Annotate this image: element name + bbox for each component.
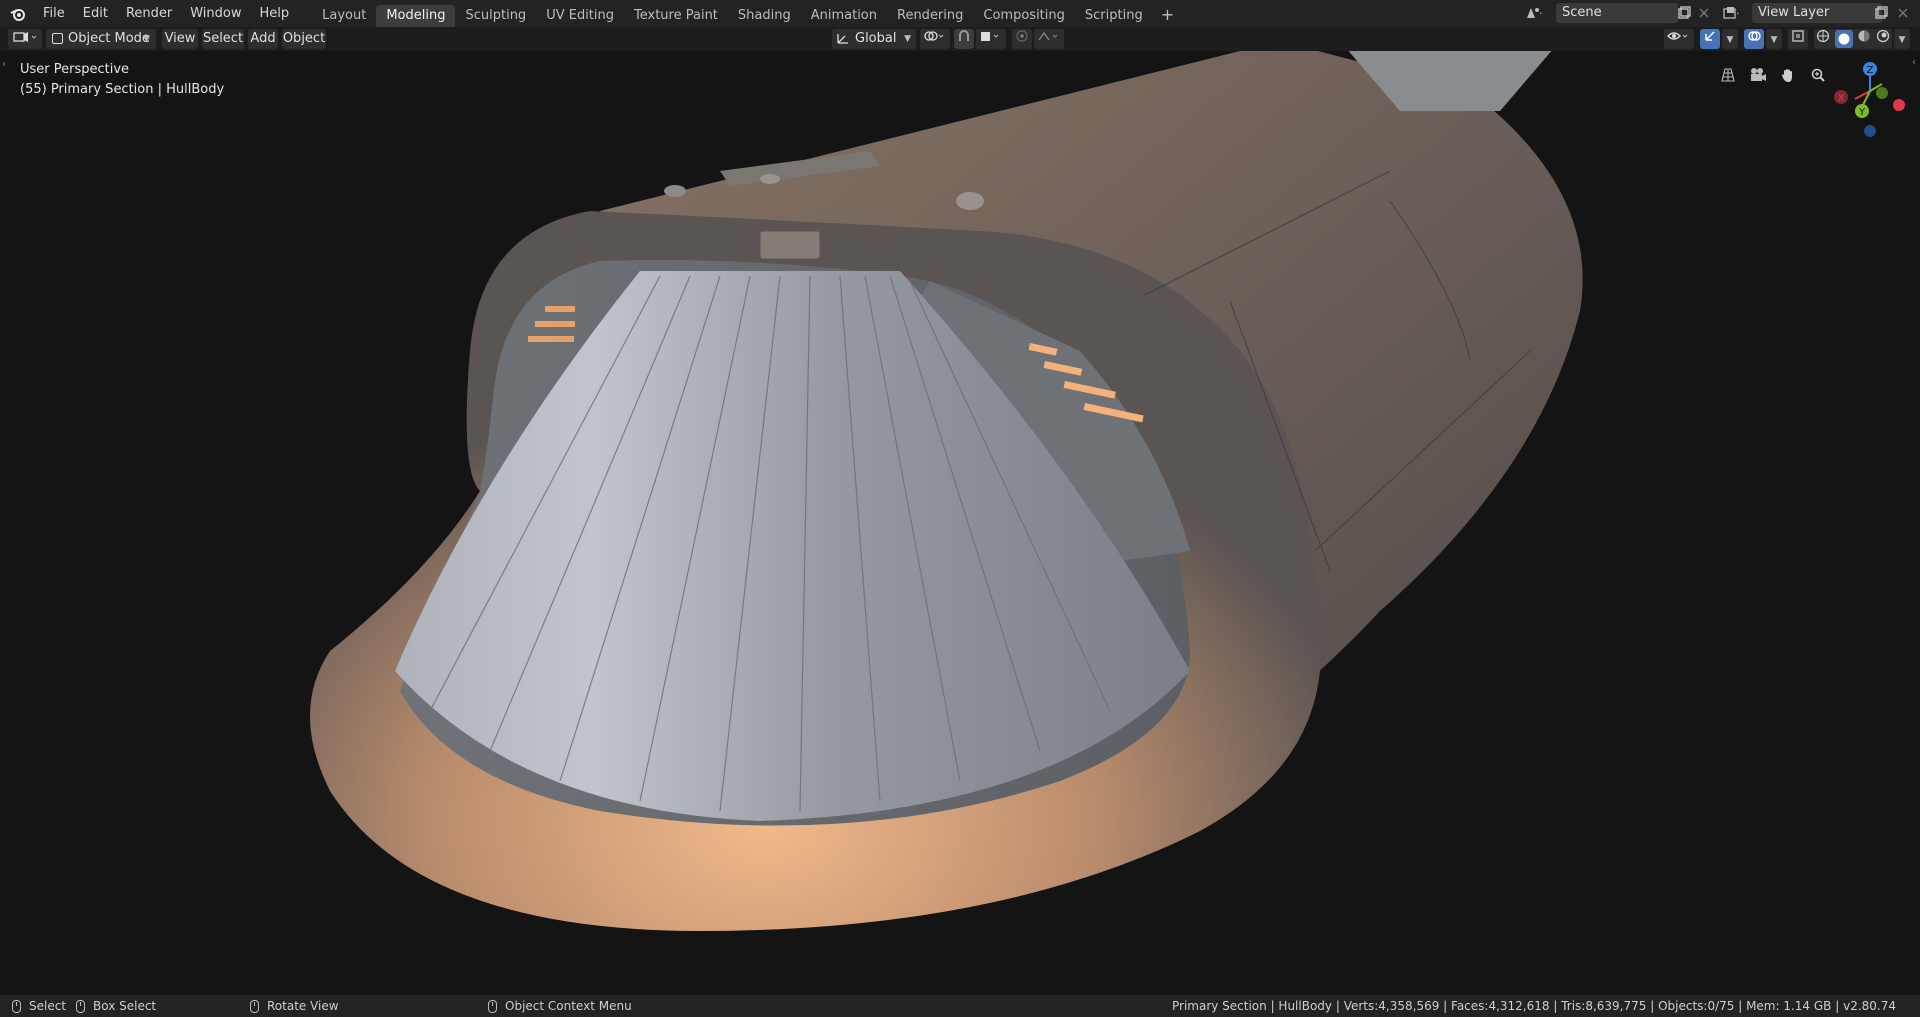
solid-shading-icon[interactable]	[1834, 30, 1853, 48]
tab-sculpting[interactable]: Sculpting	[455, 5, 536, 27]
chevron-down-icon: ▼	[143, 34, 150, 44]
tab-shading[interactable]: Shading	[728, 5, 801, 27]
shading-options-dropdown[interactable]: ▼	[1894, 29, 1910, 49]
tab-texture-paint[interactable]: Texture Paint	[624, 5, 728, 27]
scene-statistics: Primary Section | HullBody | Verts:4,358…	[1171, 999, 1896, 1013]
chevron-down-icon: ▼	[1726, 35, 1734, 45]
object-menu[interactable]: Object	[282, 29, 326, 49]
mouse-middle-icon	[250, 999, 259, 1013]
mode-label: Object Mode	[68, 31, 150, 46]
chevron-down-icon: ▼	[904, 34, 911, 44]
navigation-gizmo[interactable]: Z X Y	[1820, 59, 1920, 149]
menu-file[interactable]: File	[34, 0, 74, 27]
perspective-label: User Perspective	[20, 62, 130, 77]
3d-viewport[interactable]: User Perspective (55) Primary Section | …	[0, 51, 1920, 995]
wireframe-shading-icon[interactable]	[1816, 29, 1830, 50]
transform-orientation-selector[interactable]: Global ▼	[832, 29, 916, 49]
tab-uv-editing[interactable]: UV Editing	[536, 5, 624, 27]
new-scene-icon[interactable]	[1674, 4, 1694, 22]
status-context-label: Object Context Menu	[505, 999, 632, 1013]
view-layer-name-field[interactable]: View Layer	[1752, 3, 1882, 23]
xray-toggle[interactable]	[1788, 29, 1808, 49]
gizmo-x-label: X	[1838, 93, 1845, 104]
mouse-right-icon	[488, 999, 497, 1013]
mode-selector[interactable]: Object Mode ▼	[46, 29, 156, 49]
new-view-layer-icon[interactable]	[1871, 4, 1891, 22]
toolbar-expand-icon[interactable]: ›	[2, 59, 6, 70]
rendered-shading-icon[interactable]	[1876, 29, 1890, 50]
delete-scene-icon[interactable]	[1694, 4, 1714, 22]
chevron-down-icon: ▼	[1898, 35, 1906, 45]
proportional-falloff-selector[interactable]	[1034, 29, 1064, 49]
scene-name-field[interactable]: Scene	[1556, 3, 1678, 23]
status-box-select: Box Select	[76, 995, 156, 1017]
mouse-drag-icon	[76, 999, 85, 1013]
zoom-icon[interactable]	[1806, 63, 1830, 87]
tab-animation[interactable]: Animation	[801, 5, 887, 27]
show-gizmo-toggle[interactable]	[1700, 29, 1720, 49]
gizmo-z-label: Z	[1867, 65, 1874, 76]
orientation-icon	[836, 31, 850, 52]
add-menu[interactable]: Add	[248, 29, 278, 49]
snap-toggle[interactable]	[954, 29, 974, 49]
tab-scripting[interactable]: Scripting	[1075, 5, 1153, 27]
proportional-editing-toggle[interactable]	[1012, 29, 1032, 49]
view-layer-browse-icon[interactable]	[1722, 4, 1742, 22]
status-select-label: Select	[29, 999, 67, 1013]
toggle-perspective-icon[interactable]	[1716, 63, 1740, 87]
orientation-label: Global	[855, 31, 897, 46]
object-mode-icon	[52, 33, 63, 44]
scene-browse-icon[interactable]	[1524, 4, 1544, 22]
active-object-label: (55) Primary Section | HullBody	[20, 82, 225, 97]
gizmo-y-label: Y	[1858, 107, 1866, 118]
status-box-select-label: Box Select	[93, 999, 157, 1013]
hull-model-render	[310, 51, 1583, 931]
tab-rendering[interactable]: Rendering	[887, 5, 973, 27]
status-rotate-view: Rotate View	[250, 995, 339, 1017]
material-shading-icon[interactable]	[1857, 29, 1871, 50]
delete-view-layer-icon[interactable]	[1893, 4, 1913, 22]
status-rotate-label: Rotate View	[267, 999, 339, 1013]
gizmo-neg-x-icon[interactable]	[1893, 99, 1905, 111]
viewport-header: Object Mode ▼ View Select Add Object Glo…	[0, 27, 1920, 51]
status-context-menu: Object Context Menu	[488, 995, 632, 1017]
editor-type-selector[interactable]	[8, 29, 42, 49]
tab-compositing[interactable]: Compositing	[973, 5, 1075, 27]
status-bar: Select Box Select Rotate View Object Con…	[0, 995, 1920, 1017]
pan-hand-icon[interactable]	[1776, 63, 1800, 87]
mouse-left-icon	[12, 999, 21, 1013]
tab-modeling[interactable]: Modeling	[376, 5, 456, 27]
blender-logo-icon[interactable]	[8, 4, 28, 24]
gizmo-neg-z-icon[interactable]	[1864, 125, 1876, 137]
view-menu[interactable]: View	[162, 29, 198, 49]
add-workspace-button[interactable]: +	[1153, 5, 1182, 24]
camera-view-icon[interactable]	[1746, 63, 1770, 87]
menu-render[interactable]: Render	[117, 0, 181, 27]
status-select: Select	[12, 995, 66, 1017]
object-visibility-selector[interactable]	[1664, 29, 1694, 49]
select-menu[interactable]: Select	[202, 29, 244, 49]
tab-layout[interactable]: Layout	[312, 5, 376, 27]
shading-mode-group	[1814, 29, 1892, 49]
workspace-tabs: Layout Modeling Sculpting UV Editing Tex…	[312, 0, 1182, 27]
top-menu-bar: File Edit Render Window Help Layout Mode…	[0, 0, 1920, 27]
overlays-options-dropdown[interactable]: ▼	[1766, 29, 1782, 49]
menu-help[interactable]: Help	[251, 0, 299, 27]
menu-window[interactable]: Window	[181, 0, 250, 27]
snap-element-selector[interactable]	[976, 29, 1006, 49]
menu-edit[interactable]: Edit	[74, 0, 117, 27]
pivot-point-selector[interactable]	[920, 29, 950, 49]
gizmo-options-dropdown[interactable]: ▼	[1722, 29, 1738, 49]
gizmo-neg-y-icon[interactable]	[1876, 87, 1888, 99]
chevron-down-icon: ▼	[1770, 35, 1778, 45]
show-overlays-toggle[interactable]	[1744, 29, 1764, 49]
